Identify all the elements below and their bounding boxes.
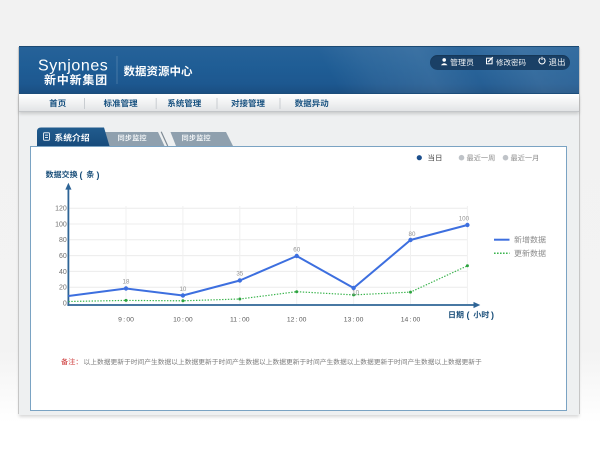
svg-text:80: 80 [409,231,416,238]
svg-text::: : [410,317,412,324]
svg-text::: : [296,317,298,324]
svg-text:Synjones: Synjones [38,58,108,75]
svg-text:00: 00 [126,317,134,324]
svg-text::: : [182,317,184,324]
svg-text::: : [353,317,355,324]
svg-text:100: 100 [459,216,470,223]
svg-text:0: 0 [63,300,67,307]
svg-text:60: 60 [59,253,67,260]
svg-text:100: 100 [55,221,67,228]
svg-text:40: 40 [59,269,67,276]
svg-text:): ) [491,310,494,320]
svg-text:00: 00 [242,317,250,324]
svg-text:(: ( [80,170,83,180]
svg-text:00: 00 [185,317,193,324]
svg-text:9: 9 [118,317,122,324]
svg-text:20: 20 [59,285,67,292]
svg-text:00: 00 [413,317,421,324]
svg-text:10: 10 [173,317,181,324]
svg-text:(: ( [467,310,470,320]
svg-text:13: 13 [344,317,352,324]
svg-text:18: 18 [123,279,130,286]
svg-text:12: 12 [287,317,295,324]
svg-text:120: 120 [55,206,67,213]
svg-text:14: 14 [401,317,409,324]
svg-text::: : [239,317,241,324]
svg-text:00: 00 [299,317,307,324]
svg-text:35: 35 [236,271,243,278]
svg-text:10: 10 [179,286,186,293]
svg-text:11: 11 [230,317,237,324]
svg-text:80: 80 [59,237,67,244]
svg-text:): ) [97,170,100,180]
svg-text:10: 10 [352,290,359,297]
svg-text::: : [123,317,125,324]
svg-text:60: 60 [293,247,300,254]
svg-text:00: 00 [356,317,364,324]
